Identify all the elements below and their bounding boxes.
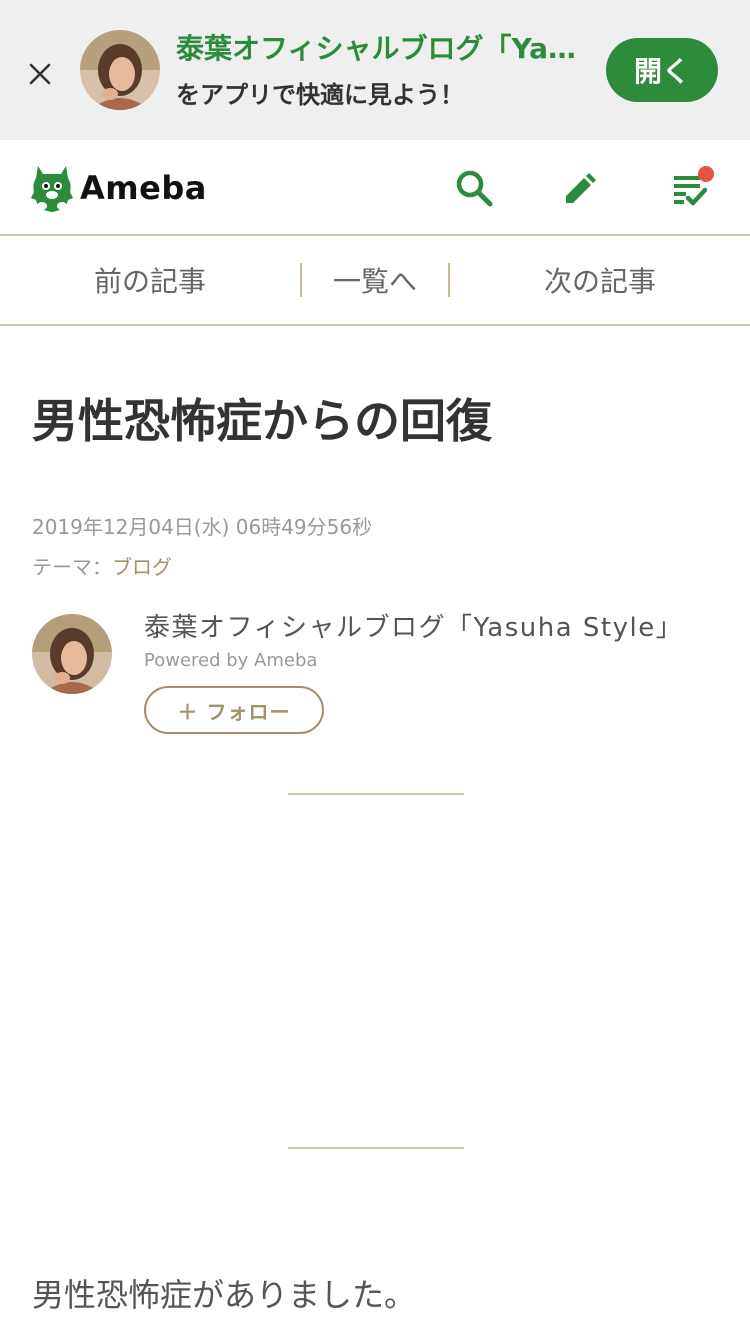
site-header: Ameba bbox=[0, 140, 750, 236]
article-theme: テーマ：ブログ bbox=[32, 553, 172, 581]
divider bbox=[288, 1147, 464, 1149]
article-navigation: 前の記事 一覧へ 次の記事 bbox=[0, 236, 750, 326]
reading-list-button[interactable] bbox=[666, 164, 714, 212]
banner-subtitle: をアプリで快適に見よう！ bbox=[176, 81, 464, 109]
app-install-banner: 泰葉オフィシャルブログ「Yasuha Style」 をアプリで快適に見よう！ 開… bbox=[0, 0, 750, 140]
ameba-logo[interactable]: Ameba bbox=[30, 160, 207, 216]
prev-article-link[interactable]: 前の記事 bbox=[0, 263, 300, 298]
theme-link[interactable]: ブログ bbox=[112, 555, 172, 579]
banner-title: 泰葉オフィシャルブログ「Yasuha Style」 bbox=[176, 32, 592, 65]
ameba-mascot-icon bbox=[31, 166, 73, 212]
write-post-button[interactable] bbox=[555, 164, 603, 212]
article-body-text: 男性恐怖症がありました。 bbox=[32, 1276, 417, 1314]
logo-text: Ameba bbox=[80, 169, 207, 207]
search-icon bbox=[456, 170, 493, 207]
article-title: 男性恐怖症からの回復 bbox=[32, 394, 492, 448]
article-list-link[interactable]: 一覧へ bbox=[300, 263, 450, 298]
article-date: 2019年12月04日(水) 06時49分56秒 bbox=[32, 515, 373, 539]
divider bbox=[288, 793, 464, 795]
powered-by: Powered by Ameba bbox=[144, 650, 318, 671]
banner-avatar bbox=[80, 30, 160, 110]
next-article-link[interactable]: 次の記事 bbox=[450, 263, 750, 298]
notification-dot bbox=[698, 166, 714, 182]
close-icon bbox=[29, 63, 51, 85]
pencil-icon bbox=[566, 173, 596, 203]
close-banner-button[interactable] bbox=[22, 56, 58, 92]
author-avatar[interactable] bbox=[32, 614, 112, 694]
search-button[interactable] bbox=[450, 164, 498, 212]
author-blog-name[interactable]: 泰葉オフィシャルブログ「Yasuha Style」 bbox=[144, 610, 683, 646]
open-app-button[interactable]: 開く bbox=[606, 38, 718, 102]
follow-button[interactable]: ＋ フォロー bbox=[144, 686, 324, 734]
theme-label: テーマ： bbox=[32, 555, 112, 579]
